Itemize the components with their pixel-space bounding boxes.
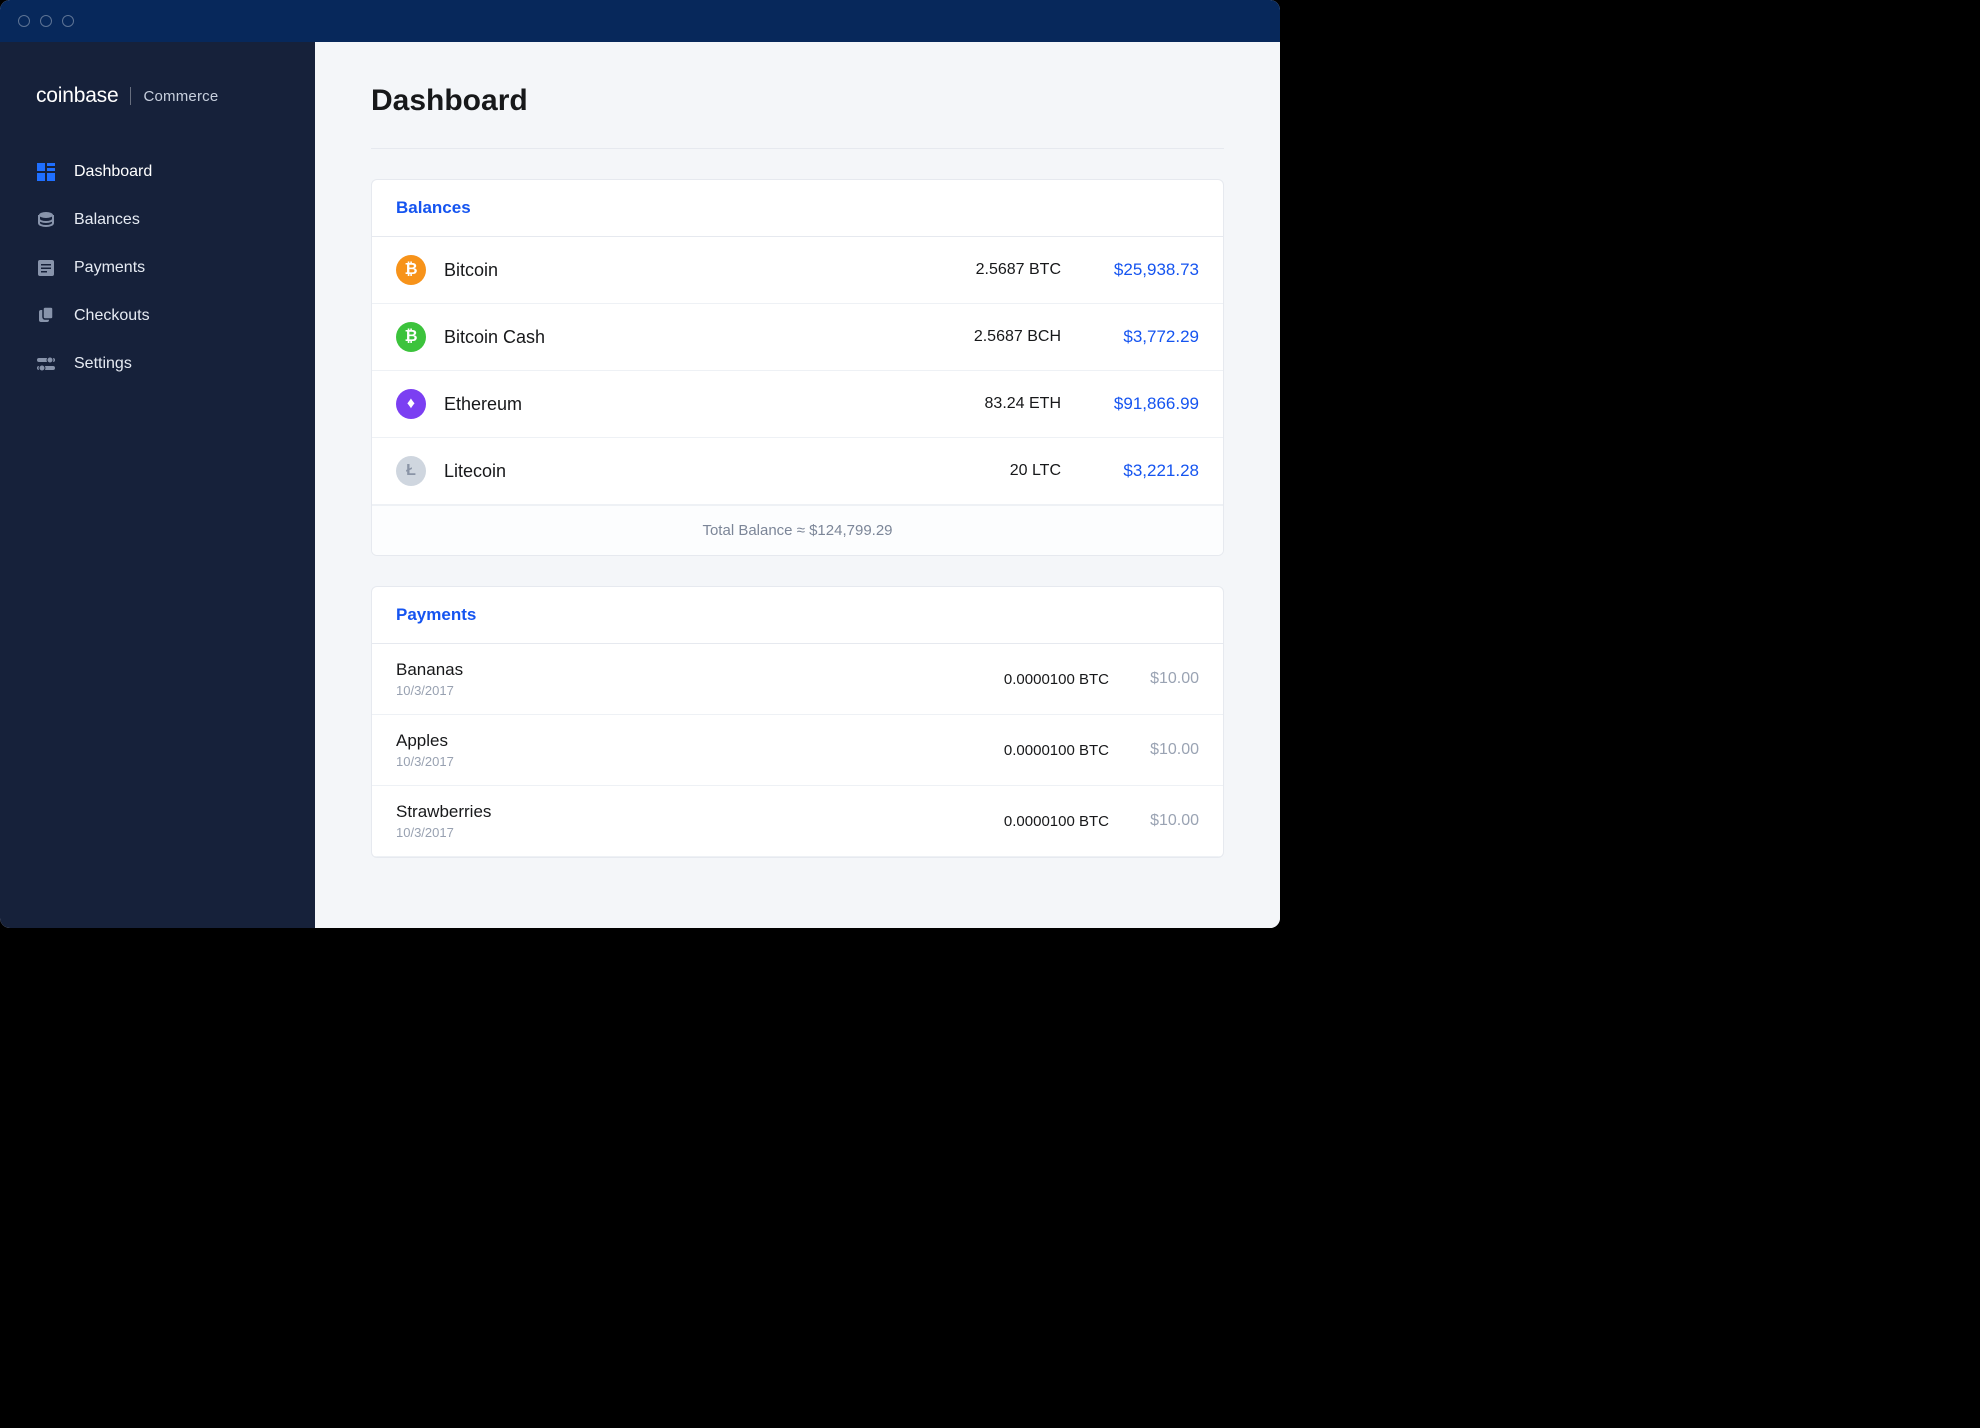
sidebar-item-label: Checkouts <box>74 307 150 325</box>
balance-row-bitcoin-cash[interactable]: ₿ Bitcoin Cash 2.5687 BCH $3,772.29 <box>372 304 1223 371</box>
sidebar-nav: Dashboard Balances Payments <box>0 148 315 388</box>
sidebar-item-settings[interactable]: Settings <box>0 340 315 388</box>
payment-info: Apples 10/3/2017 <box>396 731 939 769</box>
sidebar-item-dashboard[interactable]: Dashboard <box>0 148 315 196</box>
coin-amount: 20 LTC <box>911 462 1061 480</box>
window-minimize-icon[interactable] <box>40 15 52 27</box>
payment-row[interactable]: Bananas 10/3/2017 0.0000100 BTC $10.00 <box>372 644 1223 715</box>
bitcoin-cash-icon: ₿ <box>396 322 426 352</box>
window-close-icon[interactable] <box>18 15 30 27</box>
coin-usd: $3,772.29 <box>1079 327 1199 347</box>
settings-icon <box>36 354 56 374</box>
sidebar-item-label: Settings <box>74 355 132 373</box>
brand-main: coinbase <box>36 84 118 108</box>
payment-date: 10/3/2017 <box>396 754 939 769</box>
payment-row[interactable]: Strawberries 10/3/2017 0.0000100 BTC $10… <box>372 786 1223 857</box>
sidebar-item-label: Payments <box>74 259 145 277</box>
brand-sub: Commerce <box>143 88 218 105</box>
balance-row-bitcoin[interactable]: ₿ Bitcoin 2.5687 BTC $25,938.73 <box>372 237 1223 304</box>
app-body: coinbase Commerce Dashboard Balances <box>0 42 1280 928</box>
payment-amount: 0.0000100 BTC <box>939 813 1109 830</box>
payment-item: Bananas <box>396 660 939 680</box>
window-zoom-icon[interactable] <box>62 15 74 27</box>
coin-amount: 2.5687 BTC <box>911 261 1061 279</box>
coin-amount: 2.5687 BCH <box>911 328 1061 346</box>
coin-usd: $25,938.73 <box>1079 260 1199 280</box>
payment-info: Bananas 10/3/2017 <box>396 660 939 698</box>
sidebar-item-label: Balances <box>74 211 140 229</box>
coin-name: Bitcoin Cash <box>444 327 893 348</box>
balance-row-ethereum[interactable]: ♦ Ethereum 83.24 ETH $91,866.99 <box>372 371 1223 438</box>
coin-usd: $91,866.99 <box>1079 394 1199 414</box>
coin-name: Ethereum <box>444 394 893 415</box>
main-content: Dashboard Balances ₿ Bitcoin 2.5687 BTC … <box>315 42 1280 928</box>
sidebar: coinbase Commerce Dashboard Balances <box>0 42 315 928</box>
coin-name: Bitcoin <box>444 260 893 281</box>
payment-usd: $10.00 <box>1109 670 1199 688</box>
checkouts-icon <box>36 306 56 326</box>
sidebar-item-label: Dashboard <box>74 163 152 181</box>
coin-usd: $3,221.28 <box>1079 461 1199 481</box>
payment-date: 10/3/2017 <box>396 683 939 698</box>
payment-amount: 0.0000100 BTC <box>939 742 1109 759</box>
ethereum-icon: ♦ <box>396 389 426 419</box>
payment-item: Strawberries <box>396 802 939 822</box>
app-window: coinbase Commerce Dashboard Balances <box>0 0 1280 928</box>
bitcoin-icon: ₿ <box>396 255 426 285</box>
payment-date: 10/3/2017 <box>396 825 939 840</box>
coin-amount: 83.24 ETH <box>911 395 1061 413</box>
payment-usd: $10.00 <box>1109 741 1199 759</box>
litecoin-icon: Ł <box>396 456 426 486</box>
payment-item: Apples <box>396 731 939 751</box>
window-titlebar <box>0 0 1280 42</box>
balances-heading[interactable]: Balances <box>372 180 1223 237</box>
payment-info: Strawberries 10/3/2017 <box>396 802 939 840</box>
payments-heading[interactable]: Payments <box>372 587 1223 644</box>
balance-row-litecoin[interactable]: Ł Litecoin 20 LTC $3,221.28 <box>372 438 1223 505</box>
sidebar-item-checkouts[interactable]: Checkouts <box>0 292 315 340</box>
page-title: Dashboard <box>371 84 1224 149</box>
payments-card: Payments Bananas 10/3/2017 0.0000100 BTC… <box>371 586 1224 858</box>
balances-card: Balances ₿ Bitcoin 2.5687 BTC $25,938.73… <box>371 179 1224 556</box>
dashboard-icon <box>36 162 56 182</box>
payments-icon <box>36 258 56 278</box>
coin-name: Litecoin <box>444 461 893 482</box>
sidebar-item-payments[interactable]: Payments <box>0 244 315 292</box>
brand: coinbase Commerce <box>0 84 315 148</box>
balances-total: Total Balance ≈ $124,799.29 <box>372 505 1223 555</box>
balances-icon <box>36 210 56 230</box>
payment-usd: $10.00 <box>1109 812 1199 830</box>
brand-separator <box>130 87 131 105</box>
payment-amount: 0.0000100 BTC <box>939 671 1109 688</box>
payment-row[interactable]: Apples 10/3/2017 0.0000100 BTC $10.00 <box>372 715 1223 786</box>
sidebar-item-balances[interactable]: Balances <box>0 196 315 244</box>
